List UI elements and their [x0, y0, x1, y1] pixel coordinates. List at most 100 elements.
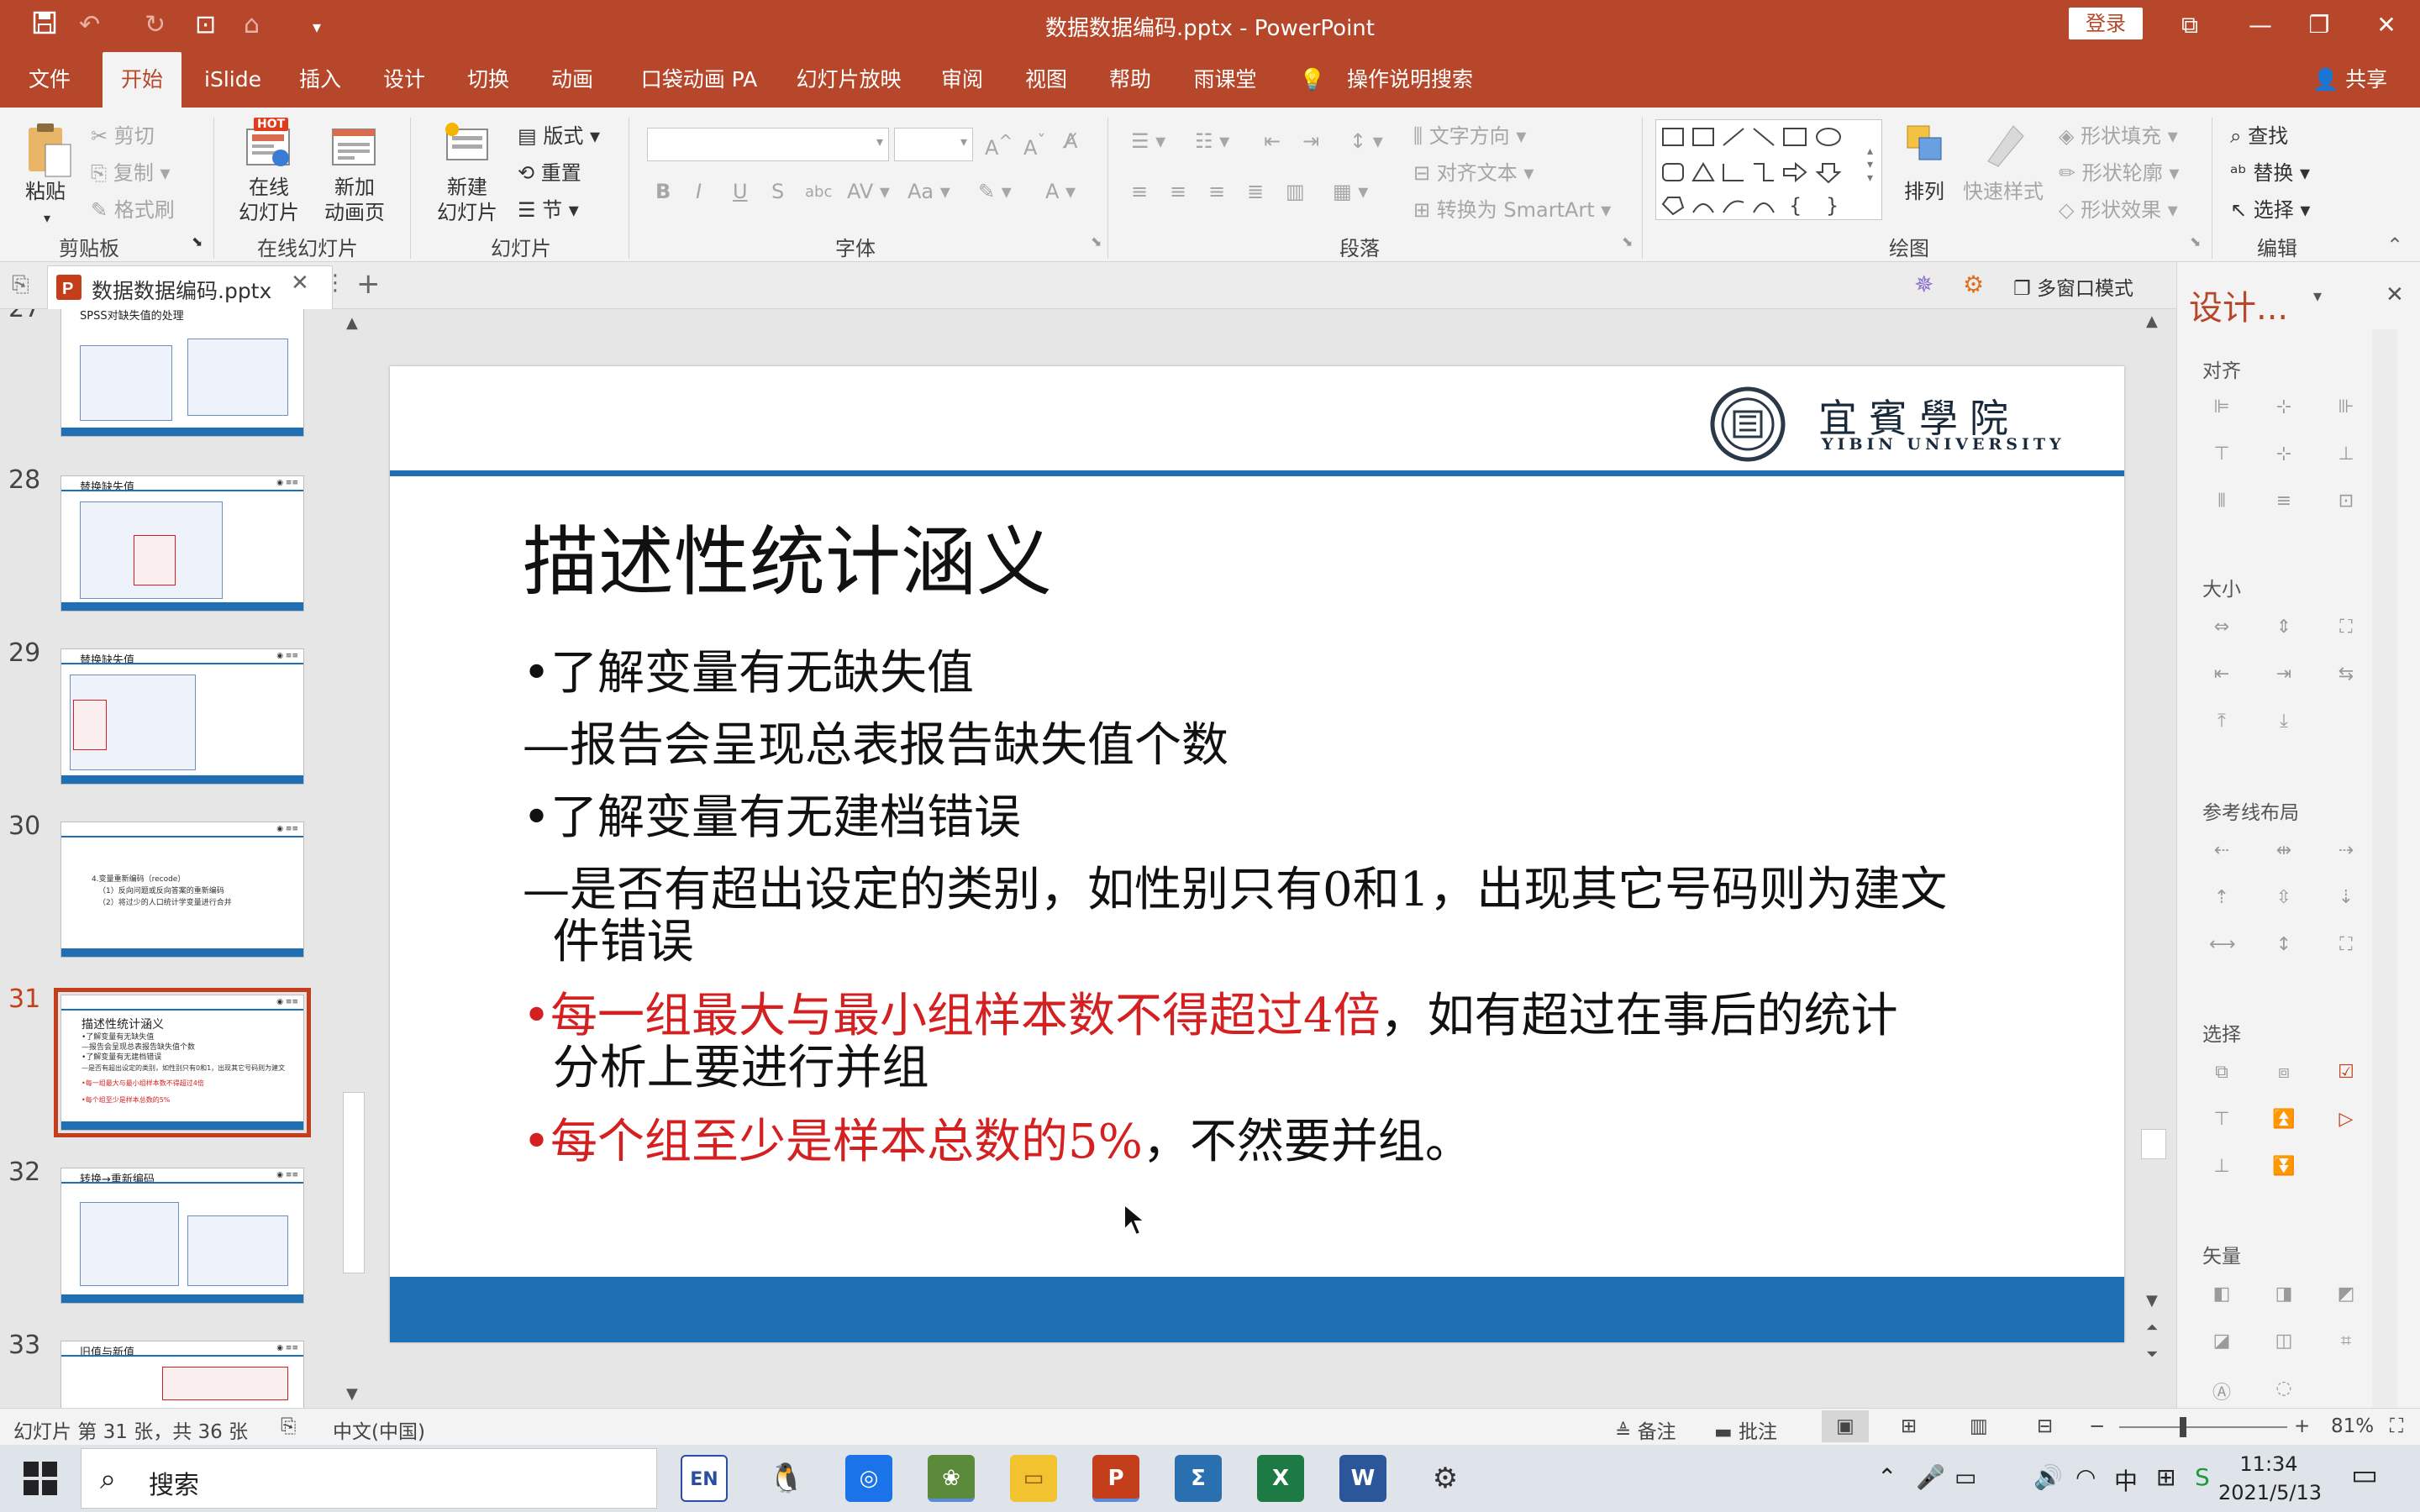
underline-icon[interactable]: U: [733, 180, 748, 203]
shadow-icon[interactable]: S: [771, 180, 784, 203]
chrome-icon[interactable]: ◎: [845, 1455, 892, 1502]
paragraph-launcher-icon[interactable]: ⬊: [1622, 234, 1633, 249]
pane-scrollbar[interactable]: [2372, 329, 2397, 1408]
vector-subtract-icon[interactable]: ◫: [2271, 1331, 2296, 1352]
reset-button[interactable]: ⟲ 重置: [518, 156, 581, 186]
shape-fill-button[interactable]: ◈ 形状填充 ▾: [2059, 119, 2178, 149]
align-left-icon[interactable]: ⊫: [2209, 396, 2234, 417]
zoom-in-icon[interactable]: +: [2294, 1415, 2310, 1437]
guide-height-icon[interactable]: ↕: [2271, 934, 2296, 955]
taskbar-search[interactable]: ⌕ 搜索: [81, 1448, 657, 1509]
guide-left-icon[interactable]: ⇠: [2209, 840, 2234, 861]
align-text-button[interactable]: ⊟ 对齐文本 ▾: [1413, 156, 1534, 186]
extend-down-icon[interactable]: ⤓: [2271, 711, 2296, 732]
font-size-combo[interactable]: ▾: [894, 128, 973, 161]
slide-thumbnail-29[interactable]: 替换缺失值 ◉ ≡≡: [60, 648, 304, 785]
zoom-slider[interactable]: [2119, 1426, 2287, 1428]
windows-start-icon[interactable]: [24, 1462, 57, 1495]
excel-icon[interactable]: X: [1257, 1455, 1304, 1502]
more-options-icon[interactable]: ⋮: [324, 270, 346, 296]
close-pane-icon[interactable]: ✕: [2386, 282, 2404, 307]
decrease-indent-icon[interactable]: ⇤: [1264, 129, 1281, 153]
slide-thumbnail-27[interactable]: SPSS对缺失值的处理: [60, 309, 304, 437]
powerpoint-taskbar-icon[interactable]: P: [1092, 1455, 1139, 1502]
settings-gear-icon[interactable]: ⚙: [1963, 270, 1984, 298]
scroll-down-icon[interactable]: ▼: [2146, 1292, 2158, 1310]
select-similar-icon[interactable]: ⧈: [2271, 1062, 2296, 1083]
slide-thumbnail-30[interactable]: ◉ ≡≡ 4.变量重新编码（recode） （1）反向问题或反向答案的重新编码 …: [60, 822, 304, 958]
vector-union-icon[interactable]: ◧: [2209, 1284, 2234, 1305]
reading-view-icon[interactable]: ▥: [1970, 1415, 1988, 1437]
tab-pocket-animation[interactable]: 口袋动画 PA: [632, 52, 766, 108]
slide-bullet-2[interactable]: •了解变量有无建档错误: [523, 780, 1021, 848]
word-icon[interactable]: W: [1339, 1455, 1386, 1502]
slide-thumbnail-28[interactable]: 替换缺失值 ◉ ≡≡: [60, 475, 304, 612]
paste-button[interactable]: 粘贴: [25, 175, 66, 204]
vector-text-icon[interactable]: Ⓐ: [2209, 1378, 2234, 1404]
select-up-icon[interactable]: ⏫: [2271, 1109, 2296, 1130]
strikethrough-icon[interactable]: abc: [805, 183, 832, 201]
scroll-up-icon[interactable]: ▲: [2146, 312, 2158, 330]
zoom-level[interactable]: 81%: [2331, 1415, 2374, 1437]
paste-icon[interactable]: [24, 121, 74, 177]
previous-slide-icon[interactable]: ⏶: [2146, 1319, 2158, 1336]
highlight-icon[interactable]: ✎ ▾: [978, 180, 1012, 203]
tab-file[interactable]: 文件: [15, 52, 84, 108]
slide-bullet-3-cont[interactable]: 分析上要进行并组: [523, 1030, 929, 1098]
wifi-icon[interactable]: ◠: [2075, 1463, 2096, 1491]
paste-dropdown-icon[interactable]: ▾: [44, 210, 50, 226]
vector-fragment-icon[interactable]: ◩: [2333, 1284, 2359, 1305]
document-tab[interactable]: P 数据数据编码.pptx: [47, 265, 333, 309]
zoom-slider-thumb[interactable]: [2180, 1417, 2186, 1437]
ime-en-icon[interactable]: EN: [681, 1455, 728, 1502]
grow-font-icon[interactable]: A^: [985, 131, 1013, 160]
new-tab-icon[interactable]: +: [356, 267, 381, 301]
security-app-icon[interactable]: S: [2195, 1463, 2210, 1491]
distributed-icon[interactable]: ▥: [1286, 180, 1305, 203]
select-down-icon[interactable]: ⏬: [2271, 1156, 2296, 1177]
minimize-button[interactable]: —: [2227, 7, 2294, 44]
microphone-icon[interactable]: 🎤: [1916, 1463, 1945, 1491]
line-spacing-icon[interactable]: ↕ ▾: [1349, 129, 1383, 153]
select-bottom-icon[interactable]: ⊥: [2209, 1156, 2234, 1177]
tell-me-search[interactable]: 操作说明搜索: [1343, 52, 1477, 108]
shapes-gallery[interactable]: { }: [1655, 119, 1882, 220]
slide-thumbnail-33[interactable]: 旧值与新值 ◉ ≡≡: [60, 1341, 304, 1408]
online-slide-button[interactable]: 在线 幻灯片: [227, 175, 311, 225]
system-clock[interactable]: 11:34 2021/5/13: [2218, 1450, 2322, 1507]
copy-button[interactable]: ⎘ 复制 ▾: [91, 156, 171, 186]
justify-icon[interactable]: ≣: [1247, 180, 1264, 203]
same-width-icon[interactable]: ⇔: [2209, 617, 2234, 638]
slide-thumbnail-31[interactable]: ◉ ≡≡ 描述性统计涵义 •了解变量有无缺失值 —报告会呈现总表报告缺失值个数 …: [54, 988, 311, 1137]
font-name-combo[interactable]: ▾: [647, 128, 889, 161]
slide-thumbnail-32[interactable]: 转换→重新编码 ◉ ≡≡: [60, 1168, 304, 1304]
extend-left-icon[interactable]: ⇤: [2209, 664, 2234, 685]
slide[interactable]: 宜賓學院 YIBIN UNIVERSITY 描述性统计涵义 •了解变量有无缺失值…: [390, 366, 2124, 1342]
increase-indent-icon[interactable]: ⇥: [1302, 129, 1319, 153]
multiwindow-button[interactable]: ❐ 多窗口模式: [2013, 272, 2133, 301]
extend-up-icon[interactable]: ⤒: [2209, 711, 2234, 732]
normal-view-icon[interactable]: ▣: [1822, 1410, 1869, 1442]
smartart-button[interactable]: ⊞ 转换为 SmartArt ▾: [1413, 193, 1611, 223]
shape-outline-button[interactable]: ✏ 形状轮廓 ▾: [2059, 156, 2179, 186]
layout-button[interactable]: ▤ 版式 ▾: [518, 119, 600, 149]
tab-slideshow[interactable]: 幻灯片放映: [790, 52, 908, 108]
replace-button[interactable]: ᵃᵇ 替换 ▾: [2230, 156, 2310, 186]
align-center-icon[interactable]: ≡: [1170, 180, 1186, 203]
photo-app-icon[interactable]: ❀: [928, 1455, 975, 1502]
comments-button[interactable]: ▬ 批注: [1714, 1415, 1777, 1444]
bullets-icon[interactable]: ☰ ▾: [1131, 129, 1165, 153]
arrange-icon[interactable]: [1901, 119, 1951, 170]
vector-shape-icon[interactable]: ◌: [2271, 1378, 2296, 1399]
format-painter-button[interactable]: ✎ 格式刷: [91, 193, 175, 223]
qq-penguin-icon[interactable]: 🐧: [763, 1455, 810, 1502]
volume-icon[interactable]: 🔊: [2033, 1463, 2063, 1491]
notes-button[interactable]: ≜ 备注: [1615, 1415, 1676, 1444]
select-same-icon[interactable]: ⧉: [2209, 1062, 2234, 1083]
language-indicator[interactable]: 中文(中国): [333, 1415, 425, 1444]
guide-frame-icon[interactable]: ⛶: [2333, 934, 2359, 955]
select-button[interactable]: ↖ 选择 ▾: [2230, 193, 2310, 223]
select-pointer-icon[interactable]: ▷: [2333, 1109, 2359, 1130]
text-direction-button[interactable]: ⫼ 文字方向 ▾: [1413, 119, 1526, 149]
shape-effects-button[interactable]: ◇ 形状效果 ▾: [2059, 193, 2178, 223]
